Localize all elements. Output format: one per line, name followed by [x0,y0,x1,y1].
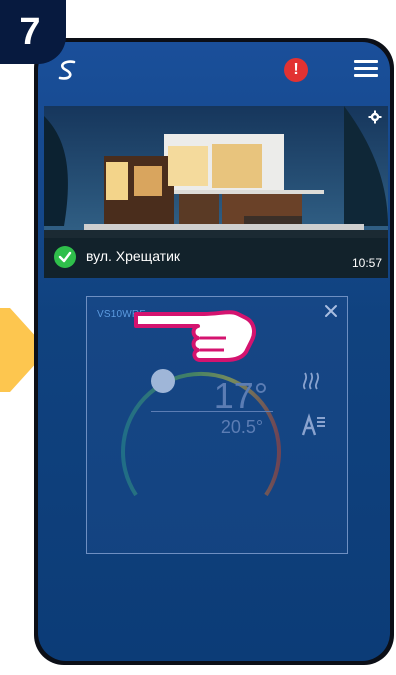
check-icon [54,246,76,268]
heating-icon [302,372,320,390]
app-screen: ! вул. Хрещатик 10:57 VS10WRF 17° 20.5° [38,42,390,661]
top-bar: ! [38,42,390,100]
alert-icon-text: ! [293,61,299,78]
app-logo-icon[interactable] [54,56,82,84]
hamburger-menu-icon[interactable] [354,60,378,78]
alert-icon[interactable]: ! [284,58,308,82]
pointing-hand-icon [134,310,256,362]
current-temperature: 20.5° [220,417,264,437]
step-number: 7 [19,10,41,53]
close-icon[interactable] [323,303,339,319]
dial-handle[interactable] [151,369,175,393]
time-label: 10:57 [351,256,382,270]
temperature-divider [151,411,273,412]
location-card[interactable]: вул. Хрещатик 10:57 [44,106,388,278]
step-number-badge: 7 [0,0,66,64]
address-label: вул. Хрещатик [86,248,181,264]
auto-mode-icon [301,413,325,436]
gear-icon[interactable] [368,110,382,124]
